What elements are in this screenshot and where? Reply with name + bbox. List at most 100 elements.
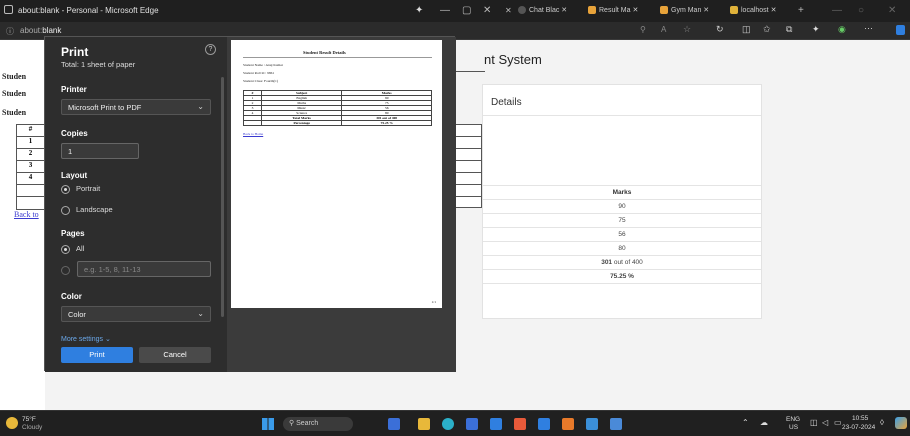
new-tab-icon[interactable]: + — [798, 5, 804, 16]
pages-custom-radio[interactable] — [61, 265, 76, 275]
left-table-row: 3 — [17, 161, 44, 173]
app-icon[interactable] — [388, 418, 400, 430]
windows-start-icon[interactable] — [262, 418, 274, 430]
result-icon — [588, 6, 596, 15]
layout-label: Layout — [61, 171, 88, 180]
chevron-up-icon[interactable]: ⌃ — [742, 418, 749, 427]
cancel-button[interactable]: Cancel — [139, 347, 211, 363]
sidebar-copilot-icon[interactable] — [896, 25, 905, 35]
preview-heading: Student Result Details — [303, 50, 346, 55]
tab-gym[interactable]: Gym Man ✕ — [654, 4, 715, 19]
brave-icon[interactable] — [514, 418, 526, 430]
pages-label: Pages — [61, 229, 85, 238]
tab-localhost[interactable]: localhost ✕ — [724, 4, 782, 19]
maximize-icon[interactable]: ▢ — [462, 5, 471, 16]
color-select[interactable]: Color ⌄ — [61, 306, 211, 322]
volume-icon[interactable]: ◁ — [822, 418, 828, 427]
percentage-row: 75.25 % — [483, 269, 761, 283]
weather-icon[interactable] — [6, 417, 18, 429]
notification-icon[interactable]: ◊ — [880, 418, 884, 427]
vscode-icon[interactable] — [490, 418, 502, 430]
marks-header: Marks — [483, 185, 761, 199]
split-screen-icon[interactable]: ◫ — [742, 24, 751, 35]
card-header: Details — [491, 97, 522, 108]
edge-restore-icon[interactable]: ○ — [858, 5, 864, 16]
settings-scrollbar[interactable] — [221, 77, 224, 317]
favorite-star-icon[interactable]: ☆ — [683, 24, 691, 35]
gym-icon — [660, 6, 668, 15]
copilot-icon[interactable]: ◉ — [838, 24, 846, 35]
tab-chat[interactable]: Chat Blac ✕ — [512, 4, 573, 19]
print-button[interactable]: Print — [61, 347, 133, 363]
student-roll-label: Studen — [2, 89, 27, 98]
marks-row: 75 — [483, 213, 761, 227]
read-aloud-icon[interactable]: A — [661, 25, 666, 34]
notes-icon[interactable] — [586, 418, 598, 430]
left-table-row — [17, 185, 44, 197]
table-row: Percentage 75.25 % — [243, 120, 432, 126]
clock-date[interactable]: 23-07-2024 — [842, 424, 875, 431]
copilot-taskbar-icon[interactable] — [895, 417, 907, 429]
close-icon[interactable]: ✕ — [483, 5, 491, 16]
copies-input[interactable]: 1 — [61, 143, 139, 159]
print-title: Print — [61, 45, 89, 59]
refresh-icon[interactable]: ↻ — [716, 24, 724, 35]
window-title: about:blank - Personal - Microsoft Edge — [18, 6, 159, 15]
clock-time[interactable]: 10:55 — [852, 415, 868, 422]
info-icon[interactable]: ⓘ — [6, 26, 14, 37]
back-link[interactable]: Back to — [14, 210, 39, 219]
help-icon[interactable]: ? — [205, 44, 216, 55]
student-class-label: Studen — [2, 108, 27, 117]
printer-label: Printer — [61, 85, 87, 94]
more-icon[interactable]: ⋯ — [864, 23, 873, 34]
radio-selected-icon — [61, 184, 70, 194]
student-name-label: Studen — [2, 72, 27, 81]
preview-back-link: Back to Home — [243, 132, 264, 136]
more-settings-link[interactable]: More settings ⌄ — [61, 335, 111, 343]
left-table-row: 2 — [17, 149, 44, 161]
store-icon[interactable] — [466, 418, 478, 430]
file-explorer-icon[interactable] — [418, 418, 430, 430]
language-top[interactable]: ENG — [786, 416, 800, 423]
language-bottom[interactable]: US — [789, 424, 798, 431]
right-edge-table — [455, 124, 482, 208]
photos-icon[interactable] — [610, 418, 622, 430]
system-title: nt System — [484, 52, 542, 67]
radio-selected-icon — [61, 244, 70, 254]
chat-icon — [518, 6, 526, 15]
tab-close-icon[interactable]: ✕ — [505, 6, 512, 15]
pages-range-input[interactable]: e.g. 1-5, 8, 11-13 — [77, 261, 211, 277]
weather-temp[interactable]: 75°F — [22, 416, 36, 423]
ai-icon[interactable]: ✦ — [415, 5, 423, 16]
battery-icon[interactable]: ▭ — [834, 418, 842, 427]
wifi-icon[interactable]: ◫ — [810, 418, 818, 427]
cloud-icon[interactable]: ☁ — [760, 418, 768, 427]
weather-desc[interactable]: Cloudy — [22, 424, 42, 431]
details-card: Details Marks 90 75 56 80 301 out of 400… — [482, 84, 762, 319]
edge-icon[interactable] — [442, 418, 454, 430]
pages-all-radio[interactable]: All — [61, 244, 84, 254]
localhost-icon — [730, 6, 738, 15]
layout-landscape-radio[interactable]: Landscape — [61, 205, 113, 215]
marks-row: 90 — [483, 199, 761, 213]
print-dialog: Print Total: 1 sheet of paper ? Printer … — [44, 36, 456, 372]
tab-result[interactable]: Result Ma ✕ — [582, 4, 644, 19]
sheet-count: Total: 1 sheet of paper — [61, 60, 136, 69]
printer-select[interactable]: Microsoft Print to PDF ⌄ — [61, 99, 211, 115]
minimize-icon[interactable]: — — [440, 5, 450, 16]
copies-label: Copies — [61, 129, 88, 138]
extension-icon[interactable]: ✦ — [812, 24, 820, 35]
mail-icon[interactable] — [538, 418, 550, 430]
xampp-icon[interactable] — [562, 418, 574, 430]
collections-icon[interactable]: ⧉ — [786, 24, 792, 35]
edge-minimize-icon[interactable]: — — [832, 5, 842, 16]
layout-portrait-radio[interactable]: Portrait — [61, 184, 100, 194]
taskbar-search[interactable]: ⚲ Search — [283, 417, 353, 431]
preview-sheet: Student Result Details Student Name : An… — [231, 40, 442, 308]
edge-close-icon[interactable]: ✕ — [888, 5, 896, 16]
marks-row: 56 — [483, 227, 761, 241]
zoom-icon[interactable]: ⚲ — [640, 25, 646, 34]
url-text[interactable]: about:blank — [20, 26, 61, 35]
favorites-icon[interactable]: ✩ — [763, 24, 771, 35]
left-table-row: 4 — [17, 173, 44, 185]
